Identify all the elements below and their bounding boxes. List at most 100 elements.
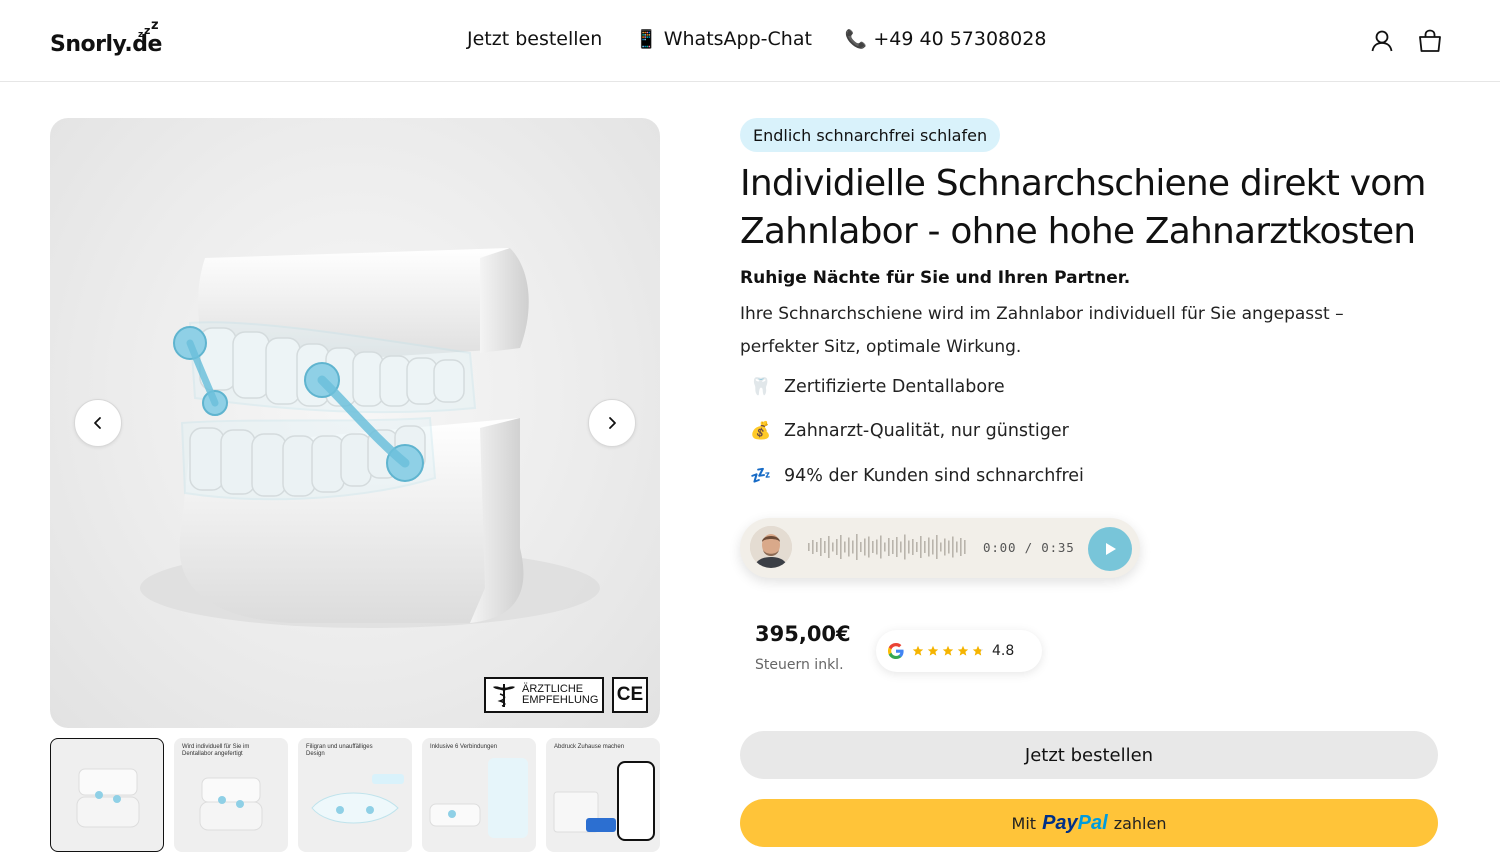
paypal-logo-pay: Pay (1042, 811, 1078, 834)
waveform-bar (956, 541, 958, 553)
waveform-bar (840, 535, 842, 559)
account-icon[interactable] (1369, 28, 1395, 54)
nav-order-link[interactable]: Jetzt bestellen (467, 28, 602, 50)
nav-whatsapp-link[interactable]: 📱 WhatsApp-Chat (635, 28, 812, 50)
waveform-bar (888, 538, 890, 556)
thumbnail-impression-kit-image (553, 761, 655, 841)
waveform-bar (808, 543, 810, 551)
snore-splint-dental-model-image (140, 248, 600, 628)
thumbnail-caption: Wird individuell für Sie im Dentallabor … (182, 744, 250, 757)
feature-label: Zahnarzt-Qualität, nur günstiger (784, 421, 1069, 441)
waveform-bar (940, 542, 942, 552)
paypal-suffix: zahlen (1113, 813, 1167, 833)
product-subtitle: Ruhige Nächte für Sie und Ihren Partner. (740, 268, 1131, 288)
star-icon (942, 645, 954, 656)
paypal-logo-pal: Pal (1077, 811, 1108, 834)
waveform-bar (864, 538, 866, 556)
badge-line-2: EMPFEHLUNG (522, 694, 599, 706)
thumbnail-5[interactable]: Abdruck Zuhause machen (546, 738, 660, 852)
waveform-bar (848, 537, 850, 557)
paypal-button[interactable]: Mit PayPal zahlen (740, 799, 1438, 847)
waveform-bar (816, 542, 818, 552)
chevron-right-icon (609, 417, 616, 429)
feature-label: 94% der Kunden sind schnarchfrei (784, 466, 1084, 486)
audio-testimonial-player: 0:00 / 0:35 (740, 518, 1140, 578)
paypal-prefix: Mit (1011, 813, 1037, 833)
waveform-bar (876, 539, 878, 555)
avatar (750, 526, 792, 568)
nav-phone-link[interactable]: 📞 +49 40 57308028 (845, 28, 1046, 50)
waveform-bar (948, 540, 950, 554)
waveform-bar (820, 538, 822, 556)
tagline-pill: Endlich schnarchfrei schlafen (740, 118, 1001, 152)
waveform-bar (812, 540, 814, 554)
waveform-bar (860, 542, 862, 552)
product-title: Individielle Schnarchschiene direkt vom … (740, 163, 1427, 252)
site-logo[interactable]: Snorly.de z z z (50, 18, 170, 62)
waveform-bar (832, 542, 834, 552)
google-rating-badge: 4.8 (876, 630, 1042, 672)
tooth-icon: 🦷 (750, 377, 772, 397)
nav-whatsapp-label: WhatsApp-Chat (663, 28, 812, 50)
waveform-bar (908, 540, 910, 554)
audio-time: 0:00 / 0:35 (983, 540, 1075, 555)
product-main-image[interactable] (50, 118, 660, 728)
star-icon (972, 645, 984, 656)
waveform-bar (884, 542, 886, 552)
star-icon (957, 645, 969, 656)
mobile-phone-icon: 📱 (635, 28, 658, 50)
cart-icon[interactable] (1417, 28, 1443, 54)
thumbnail-caption: Filigran und unauffälliges Design (306, 744, 373, 757)
product-description: Ihre Schnarchschiene wird im Zahnlabor i… (740, 304, 1344, 357)
waveform-bar (920, 536, 922, 558)
play-button[interactable] (1088, 527, 1132, 571)
logo-z-medium: z (144, 24, 151, 37)
feature-item-snore-free: 💤 94% der Kunden sind schnarchfrei (750, 466, 1084, 486)
google-logo-icon (888, 643, 904, 659)
star-icon (912, 645, 924, 656)
thumbnail-4[interactable]: Inklusive 6 Verbindungen (422, 738, 536, 852)
waveform-bar (896, 537, 898, 557)
sleeping-zzz-icon: 💤 (750, 466, 772, 486)
feature-item-dental-labs: 🦷 Zertifizierte Dentallabore (750, 377, 1005, 397)
ce-mark-badge: CE (612, 677, 648, 713)
order-button[interactable]: Jetzt bestellen (740, 731, 1438, 779)
medical-recommendation-badge: ÄRZTLICHE EMPFEHLUNG (484, 677, 604, 713)
waveform-bar (932, 539, 934, 555)
waveform-bar (880, 535, 882, 559)
nav-phone-label: +49 40 57308028 (873, 28, 1047, 50)
money-bag-icon: 💰 (750, 421, 772, 441)
carousel-next-button[interactable] (588, 399, 636, 447)
play-icon (1106, 543, 1116, 555)
caduceus-icon (493, 684, 515, 707)
waveform-bar (852, 540, 854, 554)
chevron-left-icon (94, 417, 101, 429)
thumbnail-1[interactable] (50, 738, 164, 852)
waveform-bar (916, 542, 918, 552)
waveform-bar (828, 536, 830, 558)
main-nav: Jetzt bestellen 📱 WhatsApp-Chat 📞 +49 40 5… (467, 28, 1046, 50)
waveform-bar (924, 541, 926, 553)
waveform-bar (912, 539, 914, 555)
logo-z-small: z (138, 30, 144, 40)
star-rating (912, 645, 984, 657)
rating-value: 4.8 (992, 643, 1015, 659)
thumbnail-caption: Abdruck Zuhause machen (554, 744, 625, 750)
feature-item-quality: 💰 Zahnarzt-Qualität, nur günstiger (750, 421, 1069, 441)
waveform-bar (872, 541, 874, 553)
waveform-bar (952, 536, 954, 558)
waveform-bar (960, 538, 962, 556)
carousel-prev-button[interactable] (74, 399, 122, 447)
thumbnail-dental-model-image (76, 768, 140, 828)
waveform-bar (856, 534, 858, 560)
product-price: 395,00€ (755, 622, 851, 646)
audio-waveform[interactable] (807, 532, 969, 562)
site-header: Snorly.de z z z Jetzt bestellen 📱 WhatsAp… (0, 0, 1500, 82)
thumbnail-2[interactable]: Wird individuell für Sie im Dentallabor … (174, 738, 288, 852)
telephone-icon: 📞 (844, 28, 868, 50)
waveform-bar (824, 541, 826, 553)
waveform-bar (936, 535, 938, 559)
thumbnail-3[interactable]: Filigran und unauffälliges Design (298, 738, 412, 852)
star-icon (927, 645, 939, 656)
thumbnail-connectors-image (429, 758, 528, 838)
